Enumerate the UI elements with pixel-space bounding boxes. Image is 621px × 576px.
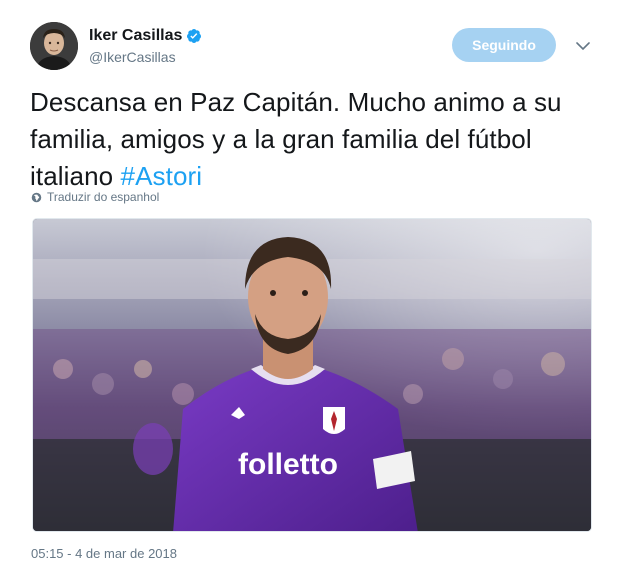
translate-link[interactable]: Traduzir do espanhol	[31, 190, 159, 204]
avatar[interactable]	[30, 22, 78, 70]
translate-label: Traduzir do espanhol	[47, 190, 160, 204]
timestamp[interactable]: 05:15 - 4 de mar de 2018	[31, 546, 177, 561]
handle[interactable]: @IkerCasillas	[89, 49, 202, 65]
chevron-down-icon	[576, 41, 590, 50]
tweet-text: Descansa en Paz Capitán. Mucho animo a s…	[30, 84, 600, 195]
jersey-text: folletto	[238, 448, 338, 481]
tweet-body: Descansa en Paz Capitán. Mucho animo a s…	[30, 87, 562, 191]
player-photo: folletto	[33, 219, 591, 531]
user-avatar-icon	[30, 22, 78, 70]
following-button[interactable]: Seguindo	[452, 28, 556, 62]
verified-badge-icon	[187, 29, 202, 43]
globe-icon	[31, 192, 42, 202]
tweet: Iker Casillas @IkerCasillas Seguindo Des…	[0, 0, 621, 576]
name-row: Iker Casillas	[89, 26, 202, 46]
display-name[interactable]: Iker Casillas	[89, 27, 182, 45]
more-options-button[interactable]	[572, 36, 594, 56]
hashtag-link[interactable]: #Astori	[121, 161, 203, 191]
author-block: Iker Casillas @IkerCasillas	[89, 26, 202, 65]
tweet-photo[interactable]: folletto	[32, 218, 592, 532]
